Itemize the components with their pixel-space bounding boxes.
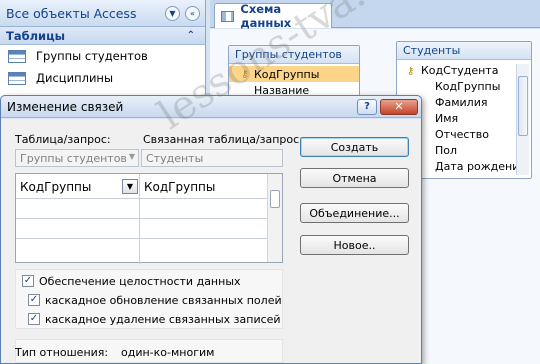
checkbox-label: каскадное обновление связанных полей bbox=[45, 293, 282, 307]
chevron-down-icon[interactable]: ▼ bbox=[165, 5, 180, 21]
related-table-value: Студенты bbox=[146, 151, 204, 165]
field-name: КодГруппы bbox=[435, 79, 501, 93]
relation-type-value: один-ко-многим bbox=[121, 346, 215, 359]
close-button[interactable]: ✕ bbox=[380, 98, 418, 115]
grid-cell-right[interactable]: КодГруппы bbox=[140, 176, 266, 198]
relationships-icon bbox=[221, 10, 235, 22]
cascade-update-checkbox[interactable]: ✓ каскадное обновление связанных полей bbox=[28, 292, 282, 308]
dialog-body: Таблица/запрос: Связанная таблица/запрос… bbox=[1, 119, 421, 363]
field-name: КодГруппы bbox=[254, 67, 320, 81]
cascade-delete-checkbox[interactable]: ✓ каскадное удаление связанных записей bbox=[28, 311, 281, 327]
relation-type-label: Тип отношения: bbox=[15, 346, 109, 359]
checkbox-label: Обеспечение целостности данных bbox=[39, 274, 241, 288]
field-row[interactable]: КодГруппы bbox=[397, 78, 531, 94]
table-query-select[interactable]: Группы студентов ▼ bbox=[15, 149, 139, 167]
field-mapping-grid[interactable]: КодГруппы ▼ КодГруппы bbox=[15, 173, 283, 264]
field-name: Отчество bbox=[435, 127, 490, 141]
nav-item-disciplines[interactable]: Дисциплины bbox=[0, 67, 205, 89]
checkmark-icon[interactable]: ✓ bbox=[22, 275, 34, 287]
related-table-select[interactable]: Студенты bbox=[141, 149, 283, 167]
table-query-value: Группы студентов bbox=[20, 151, 127, 165]
document-tab-bar: Схема данных bbox=[210, 0, 540, 30]
grid-scrollbar[interactable] bbox=[267, 174, 282, 262]
grid-cell-left[interactable]: КодГруппы bbox=[16, 176, 120, 198]
field-name: Пол bbox=[435, 143, 458, 157]
nav-item-groups[interactable]: Группы студентов bbox=[0, 45, 205, 67]
dialog-title: Изменение связей bbox=[7, 99, 124, 114]
key-icon: ⚷ bbox=[407, 66, 415, 77]
scrollbar-thumb[interactable] bbox=[270, 190, 280, 208]
dialog-title-bar[interactable]: Изменение связей ? ✕ bbox=[1, 96, 421, 118]
field-row-key[interactable]: ⚷ КодГруппы bbox=[229, 66, 359, 82]
enforce-integrity-checkbox[interactable]: ✓ Обеспечение целостности данных bbox=[22, 273, 241, 289]
field-name: Имя bbox=[435, 111, 459, 125]
field-list-scrollbar[interactable] bbox=[516, 64, 529, 175]
nav-pane-title: Все объекты Access bbox=[6, 5, 137, 21]
cancel-button[interactable]: Отмена bbox=[300, 168, 409, 188]
chevron-left-icon[interactable]: « bbox=[185, 5, 200, 21]
join-type-button[interactable]: Объединение... bbox=[300, 203, 409, 223]
table-query-label: Таблица/запрос: bbox=[15, 133, 111, 146]
grid-divider bbox=[16, 218, 268, 219]
field-name: Дата рождения bbox=[435, 159, 526, 173]
edit-relationships-dialog: Изменение связей ? ✕ Таблица/запрос: Свя… bbox=[0, 95, 422, 364]
nav-section-title: Таблицы bbox=[6, 28, 66, 43]
dropdown-arrow-icon[interactable]: ▼ bbox=[129, 152, 135, 161]
grid-divider bbox=[16, 198, 268, 199]
create-button[interactable]: Создать bbox=[300, 137, 409, 157]
grid-divider bbox=[16, 238, 268, 239]
related-table-label: Связанная таблица/запрос: bbox=[143, 133, 303, 146]
integrity-options: ✓ Обеспечение целостности данных ✓ каска… bbox=[15, 269, 283, 329]
nav-pane-header[interactable]: Все объекты Access ▼ « bbox=[0, 0, 205, 27]
nav-item-label: Дисциплины bbox=[36, 71, 114, 85]
tab-relationships[interactable]: Схема данных bbox=[214, 2, 332, 30]
new-button[interactable]: Новое.. bbox=[300, 235, 409, 255]
tab-label: Схема данных bbox=[240, 2, 292, 30]
nav-item-label: Группы студентов bbox=[36, 49, 148, 63]
checkmark-icon[interactable]: ✓ bbox=[28, 294, 40, 306]
checkbox-label: каскадное удаление связанных записей bbox=[45, 312, 281, 326]
key-icon: ⚷ bbox=[241, 68, 249, 80]
field-name: Фамилия bbox=[435, 95, 488, 109]
help-button[interactable]: ? bbox=[357, 98, 377, 115]
double-chevron-up-icon[interactable]: ⌃ bbox=[187, 30, 195, 41]
table-icon bbox=[8, 71, 26, 85]
scrollbar-thumb[interactable] bbox=[518, 76, 528, 136]
nav-section-tables[interactable]: Таблицы ⌃ bbox=[0, 27, 205, 45]
checkmark-icon[interactable]: ✓ bbox=[28, 313, 40, 325]
table-icon bbox=[8, 49, 26, 63]
field-list-title[interactable]: Группы студентов bbox=[229, 46, 359, 64]
field-list-title[interactable]: Студенты bbox=[397, 42, 531, 60]
dropdown-arrow-icon[interactable]: ▼ bbox=[122, 179, 138, 194]
field-name: КодСтудента bbox=[421, 63, 499, 77]
field-row-key[interactable]: КодСтудента bbox=[397, 62, 531, 78]
